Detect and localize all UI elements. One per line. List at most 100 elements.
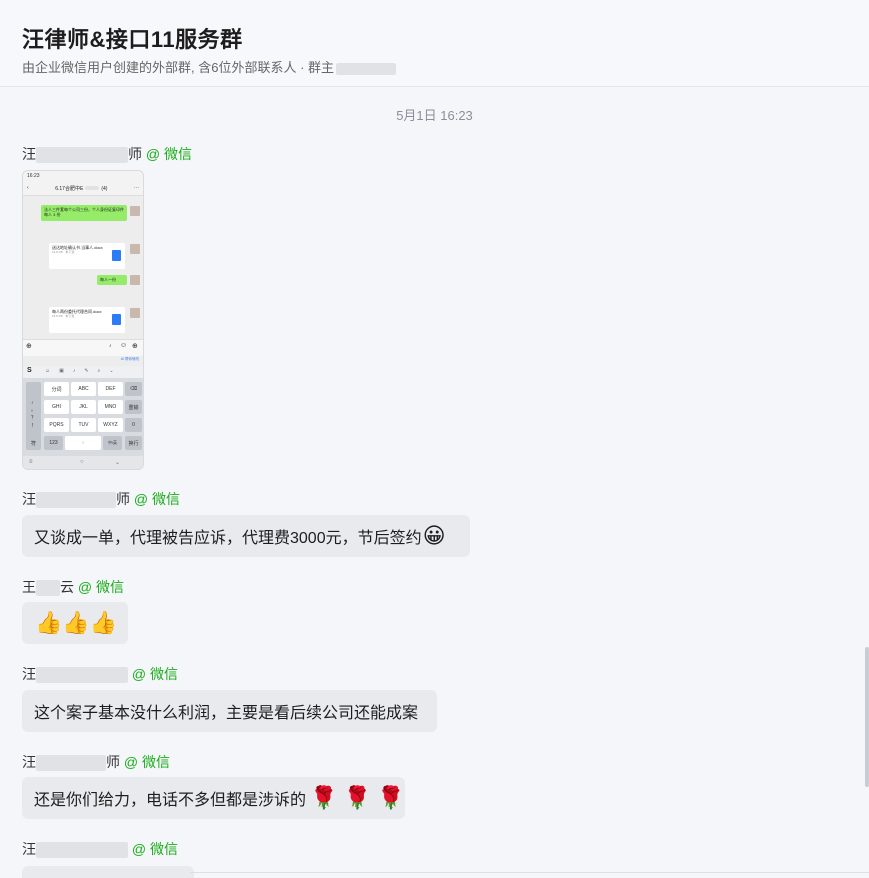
redacted-name: [36, 580, 60, 597]
key-123: 123: [44, 436, 63, 450]
message-sender[interactable]: 汪 师 @ 微信: [22, 144, 192, 164]
phone-file-card: 送达地址确认书.当事人.docx 16.8 KB · 未下载: [49, 243, 125, 269]
word-doc-icon: [112, 314, 121, 325]
key: TUV: [71, 418, 96, 432]
sender-source: @ 微信: [131, 841, 178, 857]
back-icon: ‹: [27, 185, 29, 191]
sender-name-suffix: 师: [106, 754, 120, 770]
toolbar-icons: ☺▣♪✎⌕⌄: [45, 368, 123, 374]
message-bubble-partial[interactable]: [22, 866, 194, 878]
phone-nav-count: (4): [101, 185, 108, 192]
message-sender[interactable]: 汪 @ 微信: [22, 664, 178, 684]
sender-name-prefix: 汪: [22, 841, 36, 857]
thumbs-up-emoji: 👍👍👍: [35, 610, 118, 635]
message-sender[interactable]: 汪 @ 微信: [22, 839, 178, 859]
avatar: [130, 275, 140, 285]
chat-header: 汪律师&接口11服务群 由企业微信用户创建的外部群, 含6位外部联系人 · 群主: [0, 0, 869, 87]
key-reenter: 重输: [125, 400, 142, 414]
key: 分词: [44, 382, 69, 396]
date-separator: 5月1日 16:23: [396, 108, 473, 123]
message-bubble[interactable]: 这个案子基本没什么利润，主要是看后续公司还能成案: [22, 690, 437, 732]
menu-icon: ≡: [29, 459, 33, 465]
phone-file-card: 每人两份委托代理合同.docx 16.8 KB · 未下载: [49, 307, 125, 333]
group-title[interactable]: 汪律师&接口11服务群: [22, 22, 243, 54]
sender-source: @ 微信: [123, 754, 170, 770]
message-bubble[interactable]: 👍👍👍: [22, 602, 128, 644]
key-exclamation: ！: [30, 423, 36, 429]
key: GHI: [44, 400, 69, 414]
avatar: [130, 206, 140, 216]
phone-home-bar: ≡ ○ ⌄: [23, 456, 143, 469]
message-sender[interactable]: 王 云 @ 微信: [22, 577, 124, 597]
plus-icon: ⊕: [132, 343, 138, 350]
sogou-logo-icon: S: [27, 367, 32, 374]
sender-name-suffix: 师: [128, 146, 142, 162]
phone-ai-hint: AI 帮你修改: [120, 357, 139, 361]
phone-time-separator: ·: [83, 233, 85, 237]
key-symbol: 符: [26, 436, 41, 450]
phone-nav-title: 6.17合肥中E: [55, 185, 84, 192]
sender-source: @ 微信: [77, 579, 124, 595]
emoji-icon: ☺: [120, 342, 128, 349]
message-bubble[interactable]: 又谈成一单，代理被告应诉，代理费3000元，节后签约 😀: [22, 515, 470, 557]
rose-emoji: 🌹 🌹 🌹: [310, 785, 405, 810]
redacted-text: [85, 186, 100, 191]
phone-status-bar: 16:23: [23, 171, 143, 181]
more-icon: ···: [134, 185, 139, 191]
sender-name-prefix: 汪: [22, 146, 36, 162]
home-icon: ○: [80, 459, 84, 465]
key: DEF: [98, 382, 123, 396]
grinning-face-emoji: 😀: [422, 523, 446, 548]
input-area-divider: [190, 872, 869, 873]
avatar: [130, 244, 140, 254]
phone-msg-green: 每人一份: [97, 275, 127, 285]
redacted-name: [36, 842, 128, 859]
sender-source: @ 微信: [131, 666, 178, 682]
phone-time-separator: ·: [83, 295, 85, 299]
redacted-name: [36, 492, 116, 509]
mic-icon: ♪: [109, 343, 112, 349]
sender-name-suffix: 云: [60, 579, 74, 595]
message-sender[interactable]: 汪 师 @ 微信: [22, 489, 180, 509]
sender-name-prefix: 汪: [22, 754, 36, 770]
sender-source: @ 微信: [133, 491, 180, 507]
redacted-owner-name: [336, 62, 397, 75]
key-zero: 0: [125, 418, 142, 432]
key: ABC: [71, 382, 96, 396]
key-comma: ，: [30, 399, 36, 405]
delete-key-icon: ⌫: [125, 382, 142, 396]
key-question: ？: [30, 415, 36, 421]
image-message[interactable]: 16:23 ‹ 6.17合肥中E (4) ··· 法人三件套每个公司三份，个人身份…: [22, 170, 144, 470]
redacted-name: [36, 147, 128, 164]
phone-keyboard: ， 。 ？ ！ 分词 ABC DEF ⌫ GHI JKL MNO 重输 PQRS…: [23, 378, 143, 469]
key-space: ○: [65, 436, 101, 450]
phone-nav-bar: ‹ 6.17合肥中E (4) ···: [23, 181, 143, 196]
key: WXYZ: [98, 418, 123, 432]
key: MNO: [98, 400, 123, 414]
key: JKL: [71, 400, 96, 414]
phone-input-bar: ⊕ ♪ ☺ ⊕: [23, 339, 143, 356]
message-bubble[interactable]: 还是你们给力，电话不多但都是涉诉的 🌹 🌹 🌹: [22, 777, 405, 819]
sender-name-suffix: 师: [116, 491, 130, 507]
word-doc-icon: [112, 250, 121, 261]
sender-source: @ 微信: [145, 146, 192, 162]
sender-name-prefix: 王: [22, 579, 36, 595]
phone-status-time: 16:23: [27, 173, 40, 179]
group-subtitle: 由企业微信用户创建的外部群, 含6位外部联系人 · 群主: [22, 57, 397, 76]
phone-keyboard-toolbar: S ☺▣♪✎⌕⌄: [23, 366, 143, 378]
redacted-name: [36, 667, 128, 684]
group-subtitle-text: 由企业微信用户创建的外部群, 含6位外部联系人 · 群主: [22, 60, 335, 75]
plus-circle-icon: ⊕: [26, 343, 32, 350]
sender-name-prefix: 汪: [22, 491, 36, 507]
sender-name-prefix: 汪: [22, 666, 36, 682]
message-sender[interactable]: 汪 师 @ 微信: [22, 752, 170, 772]
redacted-name: [36, 755, 106, 772]
scrollbar-thumb[interactable]: [865, 647, 869, 787]
key-period: 。: [30, 407, 36, 413]
phone-msg-green: 法人三件套每个公司三份，个人身份证复印件每人 3 份: [41, 205, 127, 221]
avatar: [130, 308, 140, 318]
message-text: 这个案子基本没什么利润，主要是看后续公司还能成案: [34, 705, 419, 722]
key-newline: 换行: [125, 436, 142, 450]
key: PQRS: [44, 418, 69, 432]
chevron-down-icon: ⌄: [115, 460, 121, 466]
